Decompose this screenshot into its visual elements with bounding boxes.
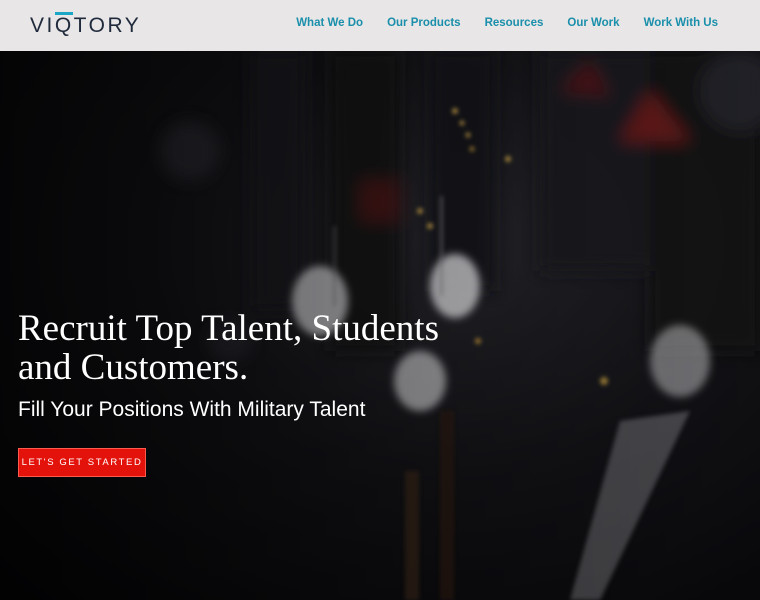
nav-link-our-work[interactable]: Our Work xyxy=(567,17,619,29)
hero-headline: Recruit Top Talent, Students and Custome… xyxy=(18,308,439,388)
nav-link-resources[interactable]: Resources xyxy=(485,17,544,29)
nav-link-what-we-do[interactable]: What We Do xyxy=(296,17,363,29)
main-nav: What We Do Our Products Resources Our Wo… xyxy=(296,17,718,29)
nav-link-our-products[interactable]: Our Products xyxy=(387,17,460,29)
hero-section: Recruit Top Talent, Students and Custome… xyxy=(0,51,760,600)
nav-link-work-with-us[interactable]: Work With Us xyxy=(644,17,718,29)
hero-subheadline: Fill Your Positions With Military Talent xyxy=(18,398,366,421)
get-started-button[interactable]: LET'S GET STARTED xyxy=(18,448,146,477)
logo-accent-bar xyxy=(55,12,73,15)
viqtory-logo[interactable]: VIQTORY xyxy=(30,12,142,38)
logo-text: VIQTORY xyxy=(30,14,142,37)
site-header: VIQTORY What We Do Our Products Resource… xyxy=(0,0,760,51)
